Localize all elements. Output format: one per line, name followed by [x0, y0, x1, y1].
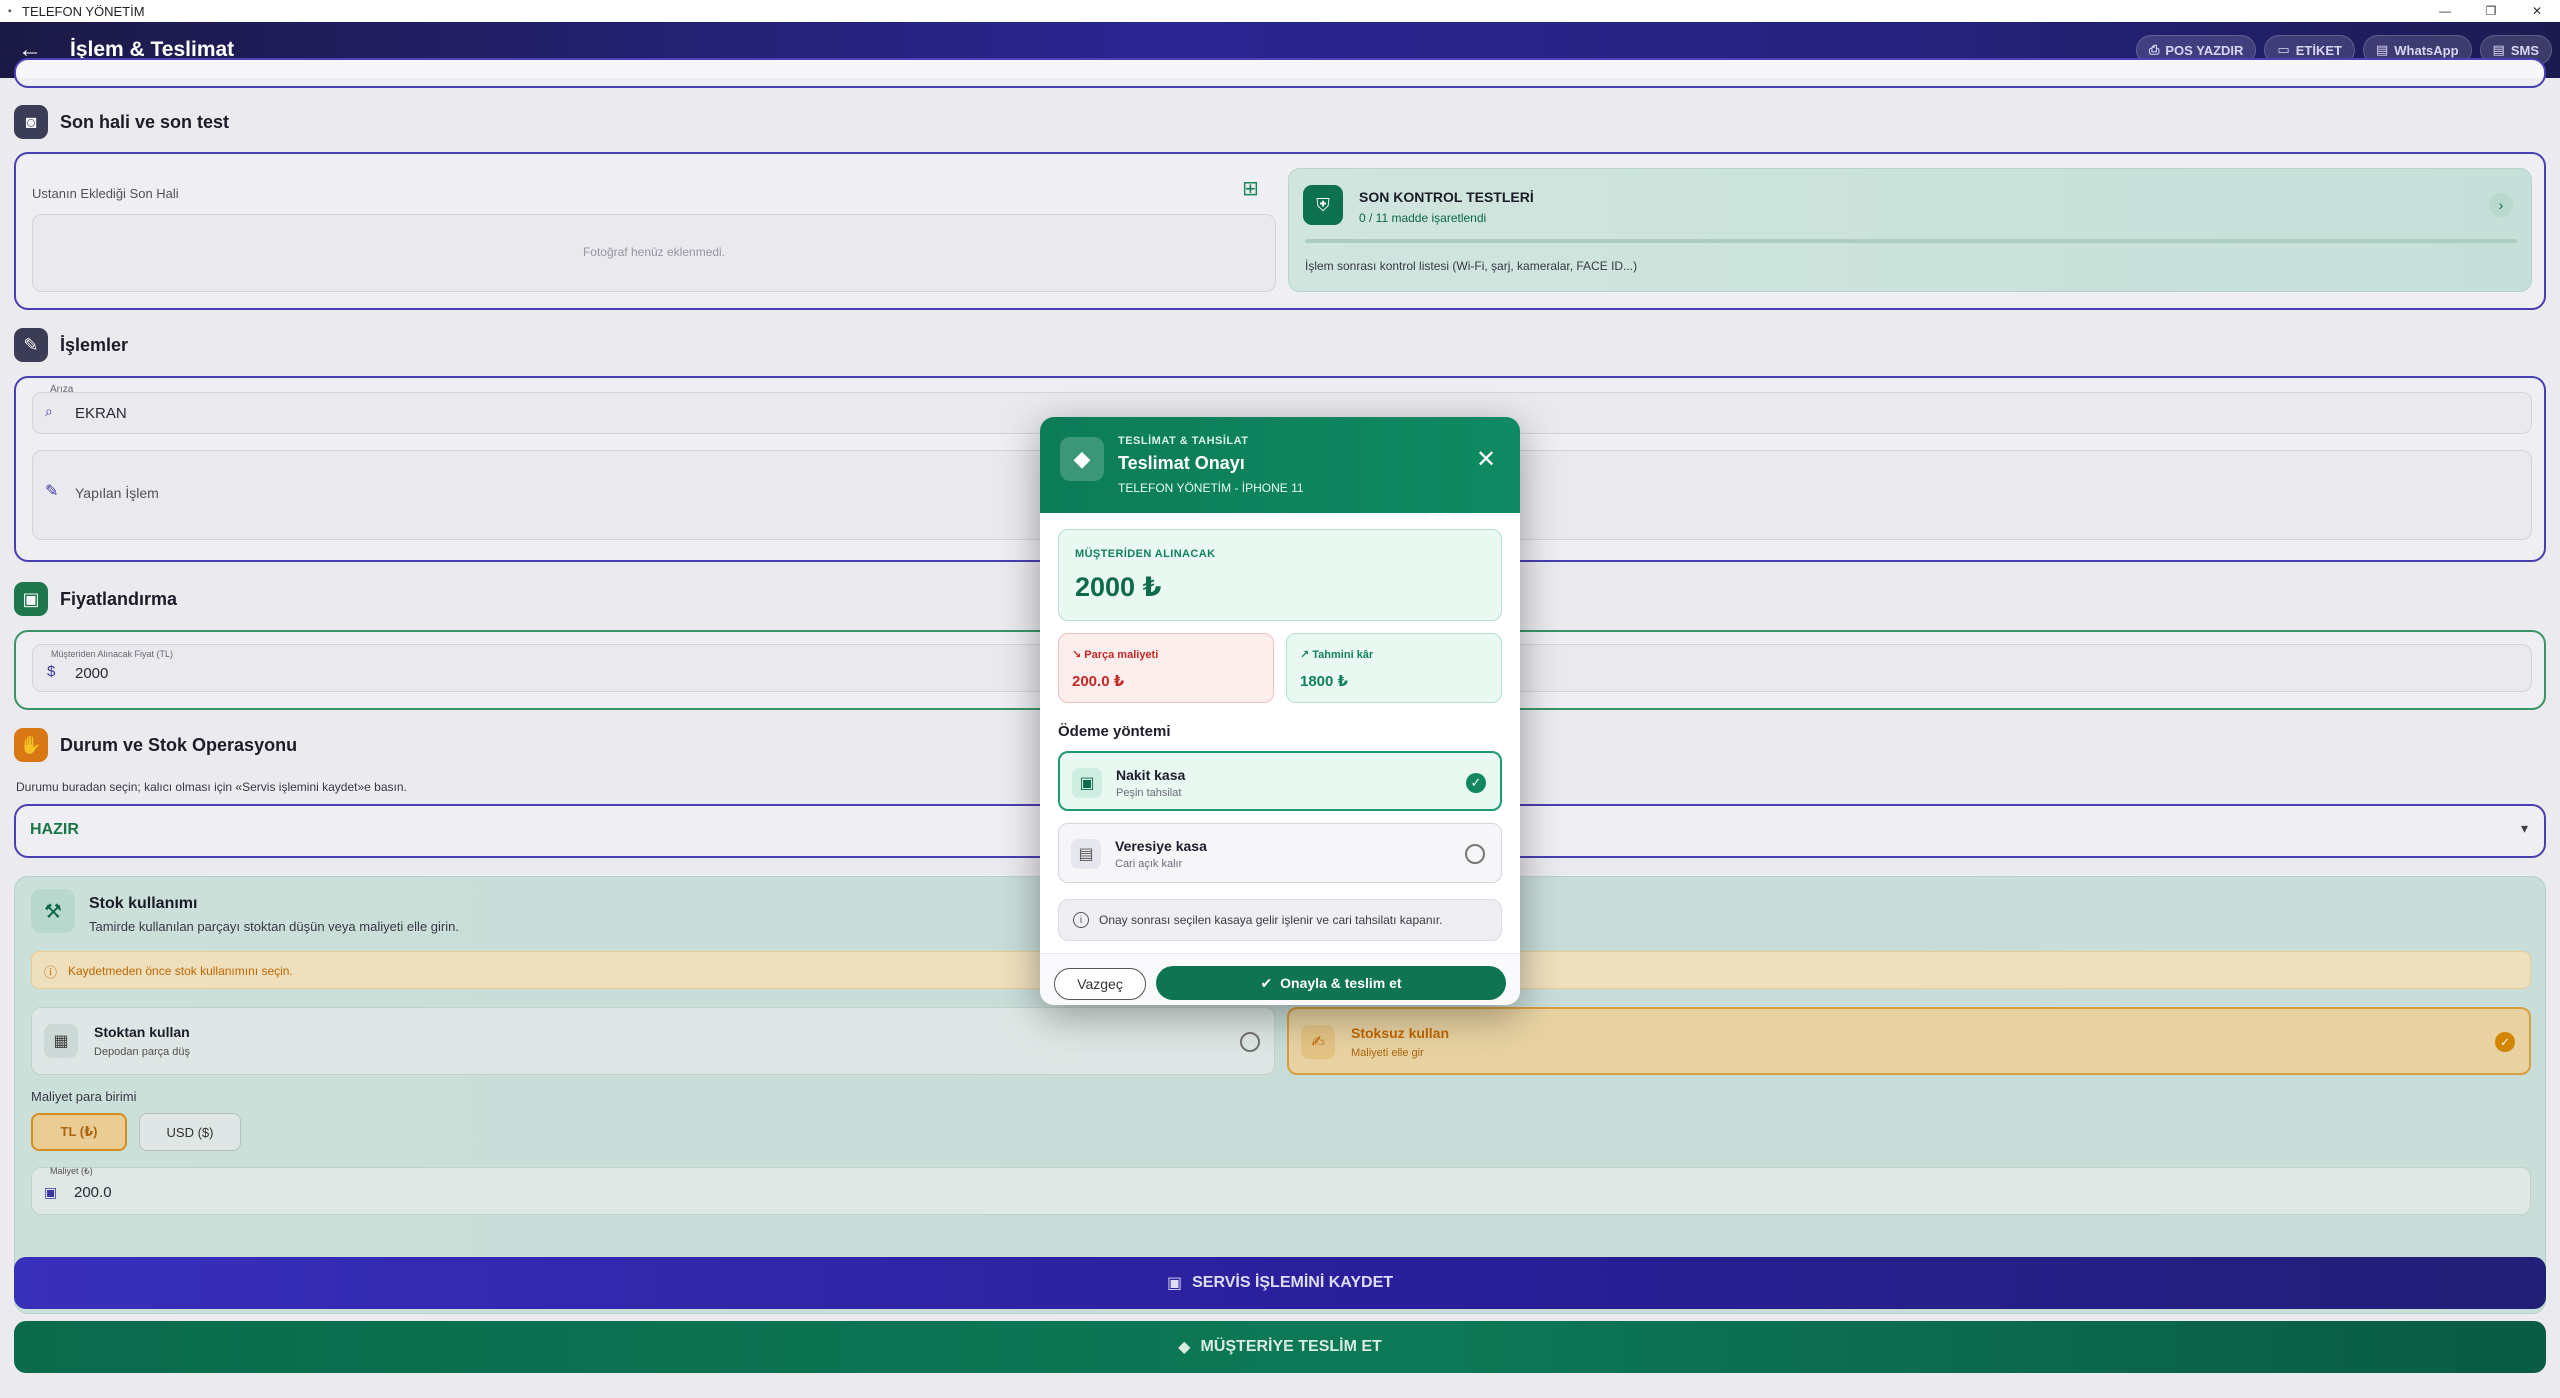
- dialog-kicker: TESLİMAT & TAHSİLAT: [1118, 435, 1249, 447]
- minimize-button[interactable]: —: [2422, 4, 2468, 18]
- payment-option-cash[interactable]: ▣ Nakit kasa Peşin tahsilat ✓: [1058, 751, 1502, 811]
- cancel-button[interactable]: Vazgeç: [1054, 968, 1146, 1000]
- message-icon: ▤: [2492, 42, 2505, 57]
- receipt-icon: ▤: [1071, 839, 1101, 869]
- check-circle-icon: ✔: [1260, 974, 1273, 991]
- cash-option-title: Nakit kasa: [1116, 767, 1186, 783]
- payment-method-title: Ödeme yöntemi: [1058, 723, 1171, 740]
- credit-option-title: Veresiye kasa: [1115, 838, 1207, 854]
- cash-option-sub: Peşin tahsilat: [1116, 787, 1182, 799]
- payment-option-credit[interactable]: ▤ Veresiye kasa Cari açık kalır: [1058, 823, 1502, 883]
- tag-icon: ▭: [2277, 42, 2290, 57]
- check-circle-icon[interactable]: ✓: [1466, 773, 1486, 793]
- diamond-icon: ◆: [1060, 437, 1104, 481]
- trending-down-icon: ↘: [1072, 649, 1082, 661]
- restore-button[interactable]: ❐: [2468, 4, 2514, 18]
- dialog-footer: Vazgeç ✔ Onayla & teslim et: [1040, 953, 1520, 1005]
- dialog-title: Teslimat Onayı: [1118, 453, 1245, 473]
- chat-icon: ▤: [2375, 42, 2389, 57]
- dialog-subtitle: TELEFON YÖNETİM - İPHONE 11: [1118, 481, 1304, 495]
- window-controls: — ❐ ✕: [2422, 4, 2560, 18]
- credit-option-sub: Cari açık kalır: [1115, 858, 1183, 870]
- confirm-deliver-button[interactable]: ✔ Onayla & teslim et: [1156, 966, 1506, 1000]
- info-icon: i: [1073, 912, 1089, 928]
- part-cost-value: 200.0 ₺: [1072, 673, 1125, 690]
- dialog-info-note: i Onay sonrası seçilen kasaya gelir işle…: [1058, 899, 1502, 941]
- amount-value: 2000 ₺: [1075, 572, 1162, 602]
- close-icon[interactable]: ✕: [1468, 441, 1504, 477]
- part-cost-card: ↘ Parça maliyeti 200.0 ₺: [1058, 633, 1274, 703]
- estimated-profit-value: 1800 ₺: [1300, 673, 1348, 690]
- close-window-button[interactable]: ✕: [2514, 4, 2560, 18]
- trending-up-icon: ↗: [1300, 649, 1310, 661]
- estimated-profit-card: ↗ Tahmini kâr 1800 ₺: [1286, 633, 1502, 703]
- radio-unchecked-icon[interactable]: [1465, 844, 1485, 864]
- window-title: TELEFON YÖNETİM: [22, 3, 145, 19]
- dialog-header: ◆ TESLİMAT & TAHSİLAT Teslimat Onayı TEL…: [1040, 417, 1520, 513]
- delivery-confirm-dialog: ◆ TESLİMAT & TAHSİLAT Teslimat Onayı TEL…: [1040, 417, 1520, 1005]
- printer-icon: ⎙: [2148, 42, 2160, 57]
- info-text: Onay sonrası seçilen kasaya gelir işleni…: [1099, 913, 1443, 927]
- amount-to-collect: MÜŞTERİDEN ALINACAK 2000 ₺: [1058, 529, 1502, 621]
- cash-register-icon: ▣: [1072, 768, 1102, 798]
- app-icon: ▪: [8, 5, 12, 17]
- amount-caption: MÜŞTERİDEN ALINACAK: [1075, 548, 1216, 560]
- window-titlebar: ▪ TELEFON YÖNETİM — ❐ ✕: [0, 0, 2560, 22]
